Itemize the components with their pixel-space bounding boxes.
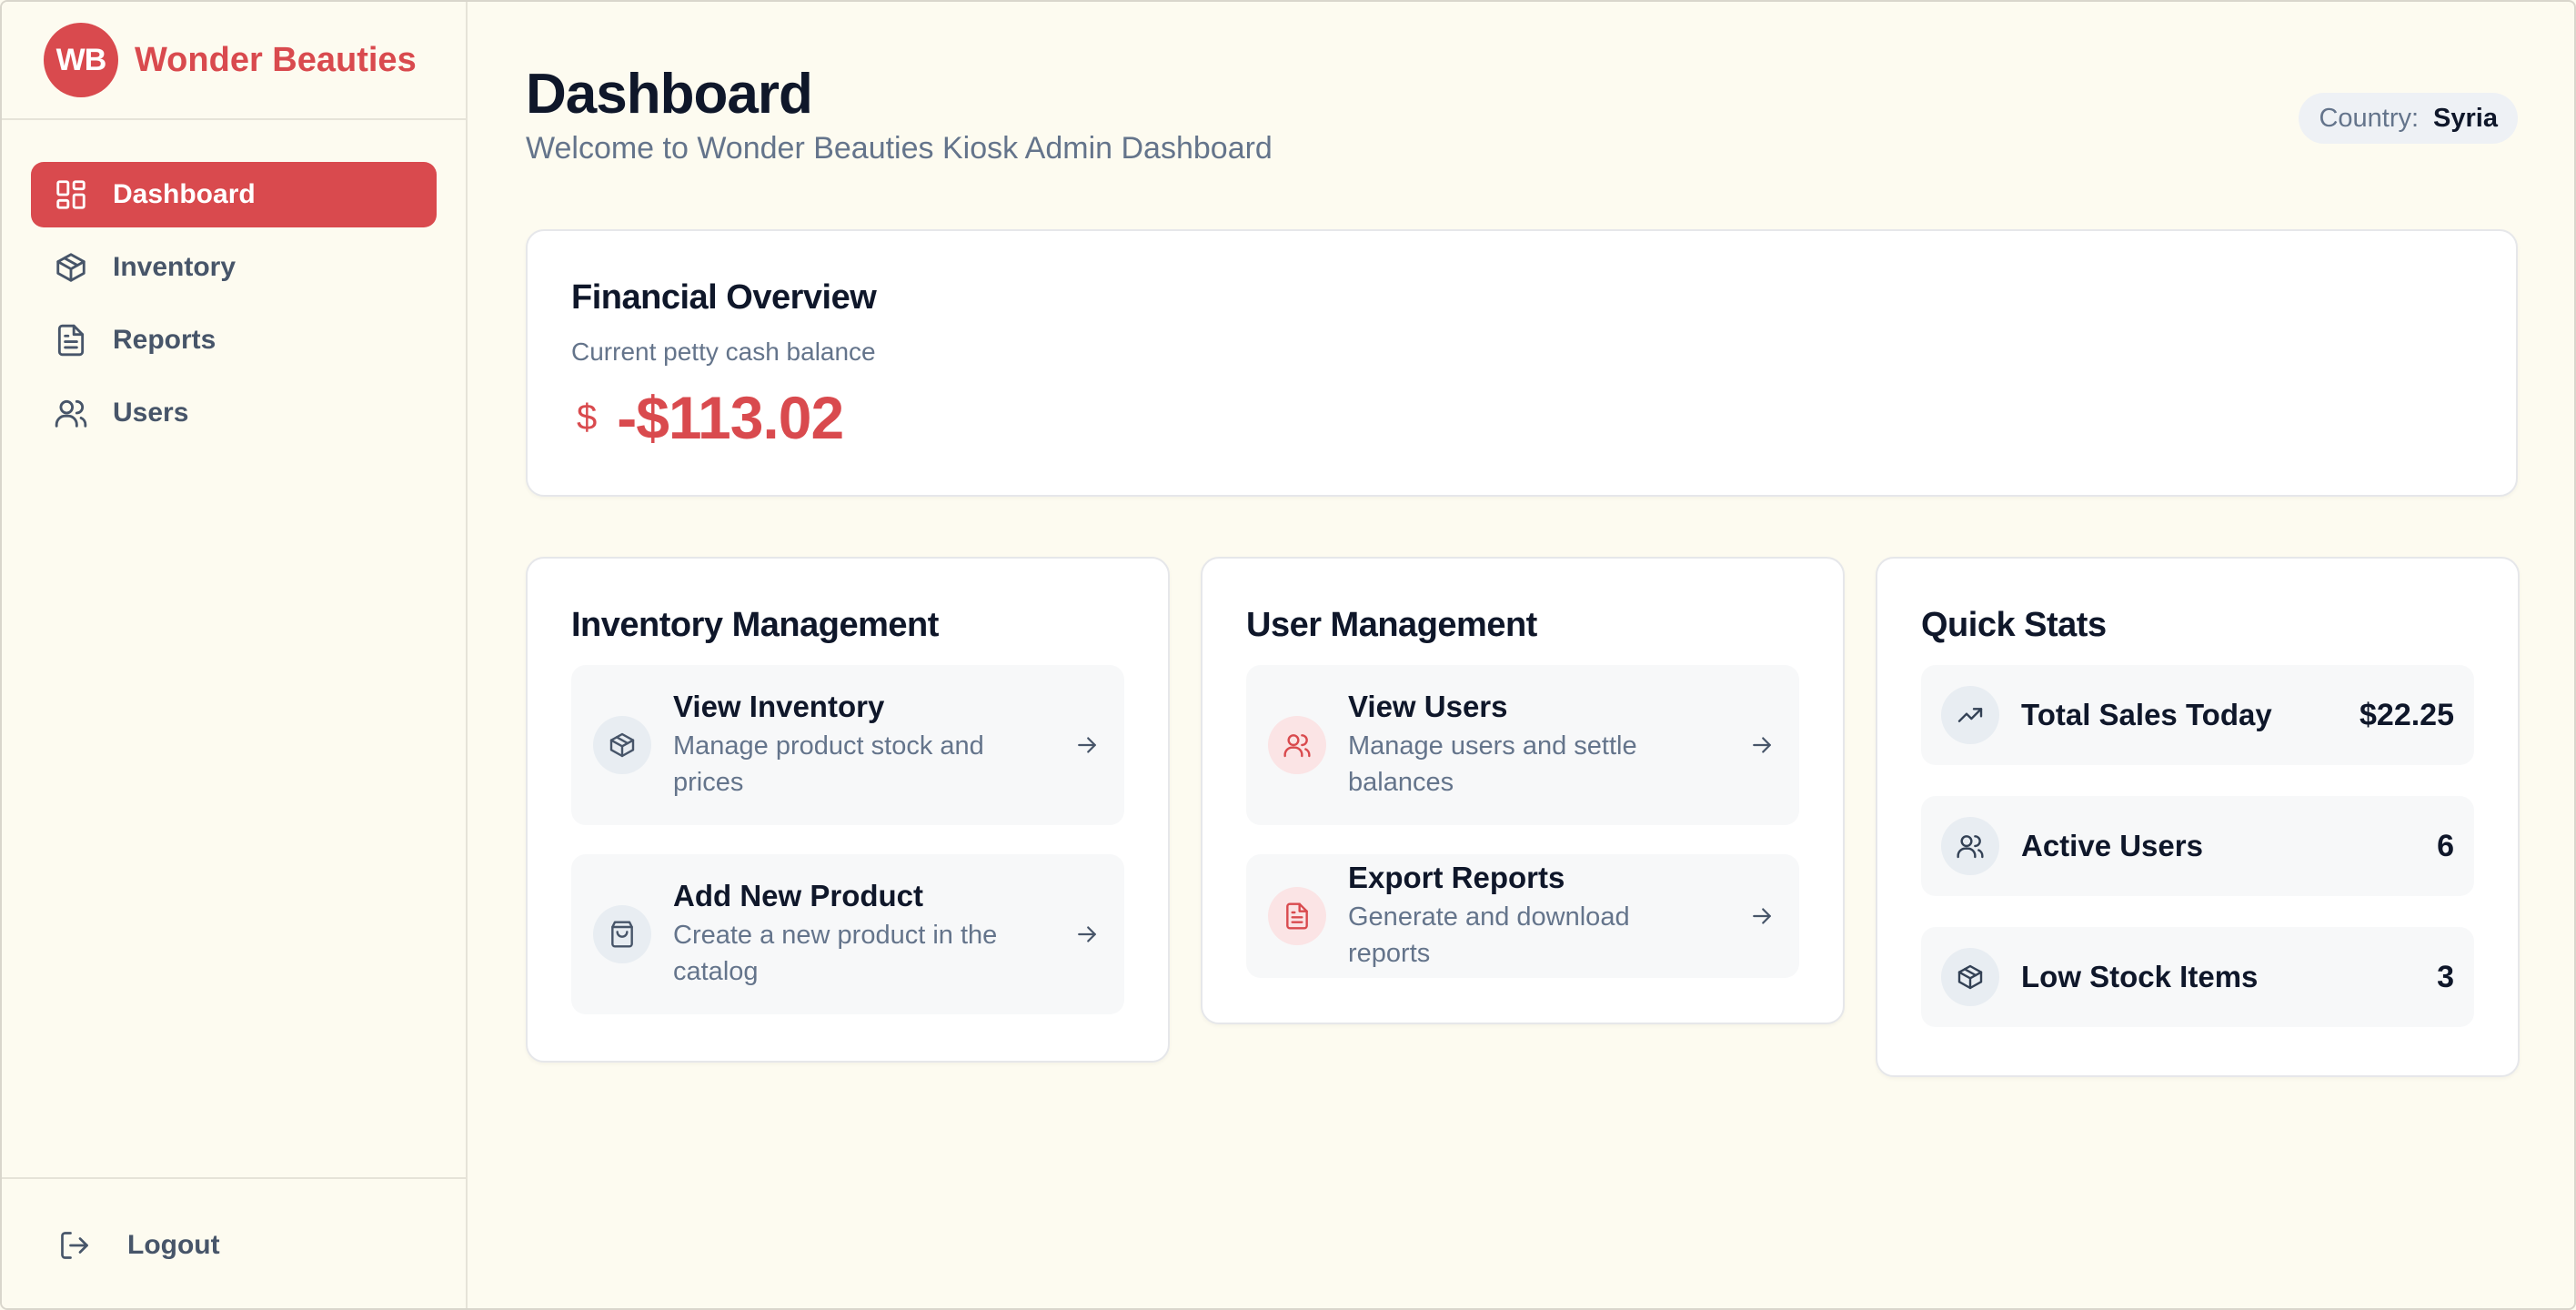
action-title: Export Reports [1348,861,1565,894]
inventory-management-title: Inventory Management [571,606,939,644]
brand-name: Wonder Beauties [135,40,417,79]
quick-stats-title: Quick Stats [1921,606,2107,644]
stat-low-stock-items: Low Stock Items 3 [1921,927,2474,1027]
country-badge: Country: Syria [2299,93,2518,144]
page-subtitle: Welcome to Wonder Beauties Kiosk Admin D… [526,131,1273,166]
page-header: Dashboard Welcome to Wonder Beauties Kio… [526,2,2518,229]
arrow-right-icon [1073,731,1101,759]
users-icon [53,395,89,431]
logout-label: Logout [127,1230,220,1260]
petty-cash-balance: -$113.02 [617,384,844,451]
user-management-card: User Management View Users Manage users … [1201,557,1845,1024]
users-icon [1941,817,1999,875]
stat-value: 3 [2437,959,2454,994]
stat-active-users: Active Users 6 [1921,796,2474,896]
sidebar-item-dashboard[interactable]: Dashboard [31,162,437,227]
action-title: Add New Product [673,879,924,912]
arrow-right-icon [1748,902,1776,930]
box-icon [1941,948,1999,1006]
sidebar-item-label: Dashboard [113,179,256,209]
stat-label: Active Users [2021,829,2203,862]
petty-cash-label: Current petty cash balance [571,338,876,366]
stat-total-sales-today: Total Sales Today $22.25 [1921,665,2474,765]
user-management-title: User Management [1246,606,1537,644]
trending-up-icon [1941,686,1999,744]
users-icon [1268,716,1326,774]
sidebar-item-label: Reports [113,325,216,355]
inventory-management-card: Inventory Management View Inventory Mana… [526,557,1170,1063]
logout-button[interactable]: Logout [56,1227,220,1264]
sidebar-item-users[interactable]: Users [31,380,437,446]
dashboard-icon [53,176,89,213]
action-title: View Inventory [673,690,885,723]
stat-label: Low Stock Items [2021,960,2259,993]
dollar-icon: $ [577,397,598,438]
export-reports-button[interactable]: Export Reports Generate and download rep… [1246,854,1799,978]
arrow-right-icon [1748,731,1776,759]
country-label: Country: [2319,103,2420,133]
logout-icon [56,1227,93,1264]
stat-value: $22.25 [2360,697,2454,732]
action-description: Create a new product in the catalog [673,921,998,986]
page-title: Dashboard [526,63,813,126]
financial-overview-title: Financial Overview [571,278,877,317]
shopping-bag-icon [593,905,651,963]
document-icon [1268,887,1326,945]
sidebar-item-reports[interactable]: Reports [31,307,437,373]
country-value: Syria [2433,103,2498,133]
stat-label: Total Sales Today [2021,698,2272,731]
sidebar-nav: Dashboard Inventory Reports Users [2,120,466,446]
sidebar-item-label: Inventory [113,252,236,282]
financial-overview-card: Financial Overview Current petty cash ba… [526,229,2518,497]
action-description: Generate and download reports [1348,902,1630,968]
view-users-button[interactable]: View Users Manage users and settle balan… [1246,665,1799,825]
action-description: Manage users and settle balances [1348,731,1637,797]
sidebar-footer: Logout [2,1177,466,1308]
quick-stats-card: Quick Stats Total Sales Today $22.25 Act… [1876,557,2520,1077]
brand-logo: WB [44,23,118,97]
sidebar-item-label: Users [113,398,189,428]
arrow-right-icon [1073,921,1101,948]
action-description: Manage product stock and prices [673,731,984,797]
box-icon [593,716,651,774]
action-title: View Users [1348,690,1508,723]
view-inventory-button[interactable]: View Inventory Manage product stock and … [571,665,1124,825]
box-icon [53,249,89,286]
app-window: WB Wonder Beauties Dashboard Inventory R… [0,0,2576,1310]
add-new-product-button[interactable]: Add New Product Create a new product in … [571,854,1124,1014]
brand[interactable]: WB Wonder Beauties [2,2,466,120]
main-content: Dashboard Welcome to Wonder Beauties Kio… [526,2,2520,1077]
sidebar: WB Wonder Beauties Dashboard Inventory R… [2,2,468,1308]
document-icon [53,322,89,358]
stat-value: 6 [2437,828,2454,863]
sidebar-item-inventory[interactable]: Inventory [31,235,437,300]
